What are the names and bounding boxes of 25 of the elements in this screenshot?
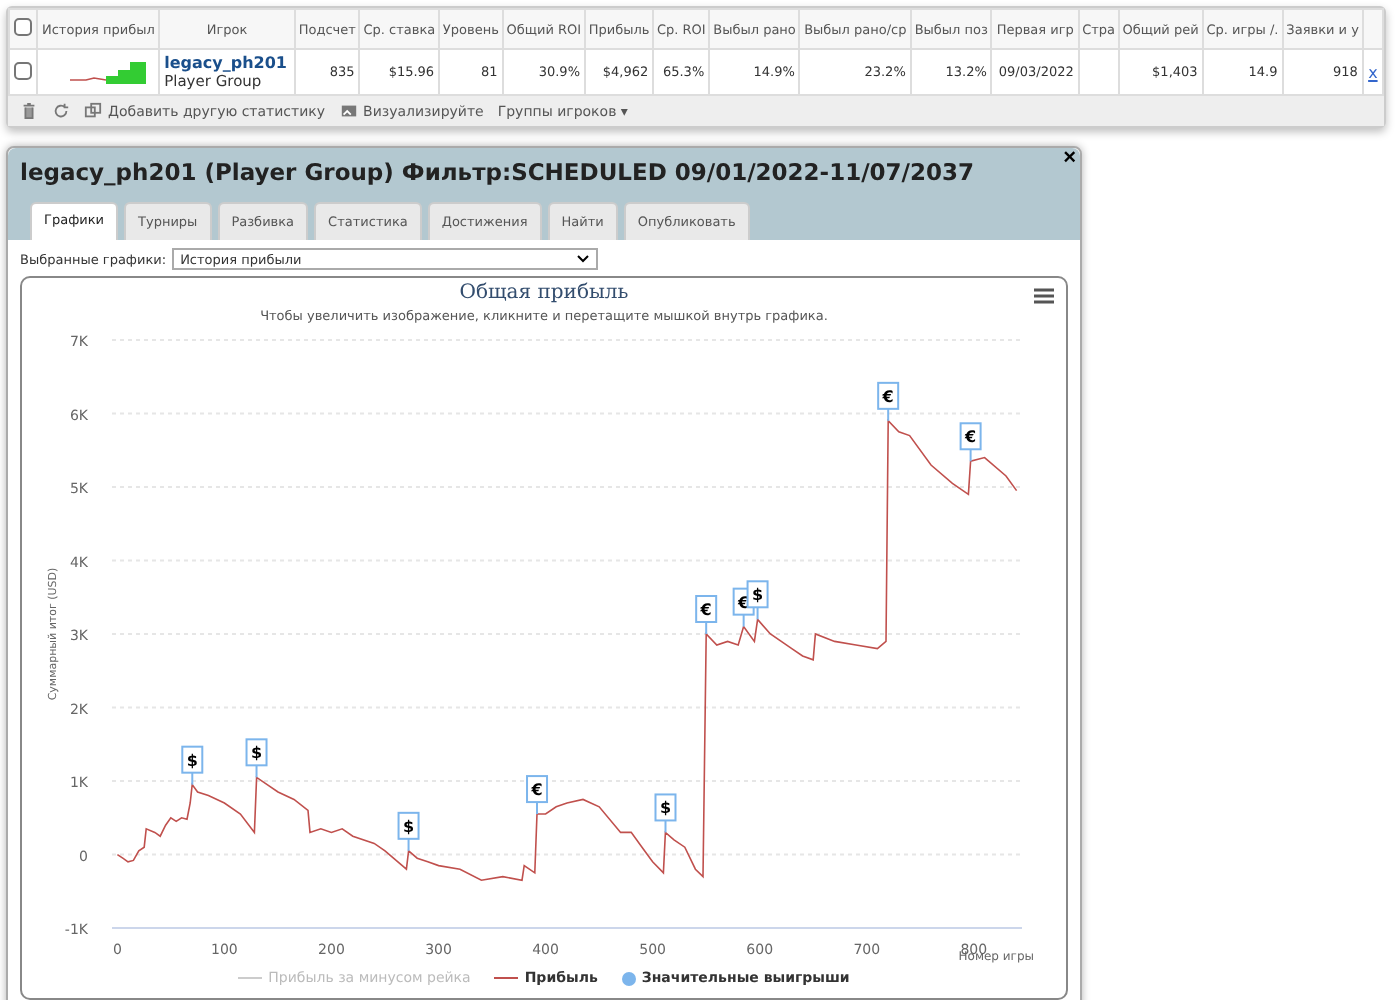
close-button[interactable]: × — [1063, 148, 1076, 170]
annotation: € — [963, 428, 978, 447]
trash-icon — [20, 102, 38, 120]
annotation: $ — [659, 799, 672, 818]
chart-title: Общая прибыль — [459, 282, 629, 304]
row-checkbox[interactable] — [14, 61, 33, 79]
select-all-checkbox[interactable] — [14, 18, 33, 36]
annotation: € — [698, 601, 713, 619]
line-icon — [494, 976, 519, 980]
copy-icon — [84, 102, 102, 120]
annotation: € — [529, 781, 544, 800]
annotation: $ — [250, 744, 263, 763]
line-icon — [238, 976, 263, 980]
refresh-icon — [52, 102, 70, 120]
dialog-title: legacy_ph201 (Player Group) Фильтр:SCHEDULED 09/01/2022-11/07/2037 — [20, 158, 976, 186]
image-icon — [339, 102, 358, 120]
annotation: $ — [751, 586, 764, 605]
annotation: $ — [186, 751, 199, 770]
remove-link[interactable]: x — [1368, 63, 1378, 81]
menu-icon[interactable] — [1034, 288, 1054, 304]
caret-icon — [576, 254, 591, 264]
annotation: € — [880, 387, 895, 406]
player-link[interactable]: legacy_ph201 — [164, 54, 291, 72]
annotation: $ — [402, 817, 415, 836]
dot-icon — [621, 971, 636, 985]
